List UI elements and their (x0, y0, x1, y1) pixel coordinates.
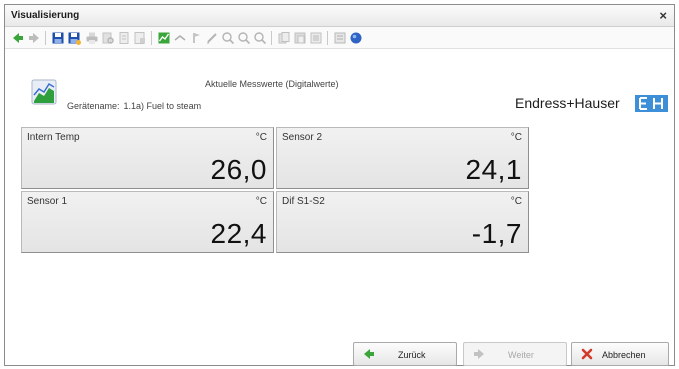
tile-value: 26,0 (210, 154, 267, 185)
toolbar-separator (327, 31, 328, 45)
cancel-x-icon (580, 347, 594, 361)
back-button-label: Zurück (398, 350, 426, 360)
zoom-in-icon[interactable] (221, 31, 235, 45)
back-button[interactable]: Zurück (353, 342, 457, 366)
tile-unit: °C (510, 196, 522, 207)
toolbar-separator (151, 31, 152, 45)
forward-arrow-icon[interactable] (27, 31, 41, 45)
tile-unit: °C (255, 132, 267, 143)
window-title: Visualisierung (11, 10, 80, 21)
tile-value: 24,1 (465, 154, 522, 185)
logo-text: Endress+Hauser (515, 95, 620, 111)
save-icon[interactable] (51, 31, 65, 45)
close-button[interactable]: × (659, 8, 667, 23)
tile-unit: °C (255, 196, 267, 207)
device-name-label: Gerätename: (67, 101, 120, 111)
copy-icon[interactable] (277, 31, 291, 45)
pin-icon[interactable] (189, 31, 203, 45)
device-name-value: 1.1a) Fuel to steam (123, 101, 202, 111)
toolbar-separator (45, 31, 46, 45)
zoom-reset-icon[interactable] (253, 31, 267, 45)
chart-app-icon (31, 79, 57, 105)
tile-name: Sensor 1 (27, 196, 68, 207)
notes-icon[interactable] (333, 31, 347, 45)
tile-value: -1,7 (471, 218, 522, 249)
pen-icon[interactable] (205, 31, 219, 45)
cancel-button[interactable]: Abbrechen (571, 342, 669, 366)
header-title: Aktuelle Messwerte (Digitalwerte) (205, 79, 339, 89)
header-area: Aktuelle Messwerte (Digitalwerte) Geräte… (5, 49, 674, 125)
back-arrow-icon (362, 347, 376, 361)
export-icon[interactable] (309, 31, 323, 45)
tile-name: Dif S1-S2 (282, 196, 325, 207)
tile-name: Sensor 2 (282, 132, 323, 143)
tile-value: 22,4 (210, 218, 267, 249)
tile-unit: °C (510, 132, 522, 143)
help-icon[interactable] (349, 31, 363, 45)
measurement-tile: Intern Temp °C 26,0 (21, 127, 274, 189)
measurement-tile: Sensor 1 °C 22,4 (21, 191, 274, 253)
device-name: Gerätename: 1.1a) Fuel to steam (67, 101, 205, 111)
cancel-button-label: Abbrechen (602, 350, 646, 360)
zoom-out-icon[interactable] (237, 31, 251, 45)
measurement-tile: Dif S1-S2 °C -1,7 (276, 191, 529, 253)
page-icon[interactable] (117, 31, 131, 45)
back-arrow-icon[interactable] (11, 31, 25, 45)
save-as-icon[interactable] (67, 31, 81, 45)
next-button[interactable]: Weiter (463, 342, 567, 366)
next-button-label: Weiter (508, 350, 534, 360)
measurement-panel: Intern Temp °C 26,0 Sensor 2 °C 24,1 Sen… (21, 127, 531, 255)
connect-icon[interactable] (173, 31, 187, 45)
print-icon[interactable] (85, 31, 99, 45)
measurement-tile: Sensor 2 °C 24,1 (276, 127, 529, 189)
toolbar (5, 27, 674, 49)
forward-arrow-icon (472, 347, 486, 361)
page-setup-icon[interactable] (133, 31, 147, 45)
chart-icon[interactable] (157, 31, 171, 45)
title-bar: Visualisierung × (5, 5, 674, 27)
tile-name: Intern Temp (27, 132, 80, 143)
paste-icon[interactable] (293, 31, 307, 45)
print-preview-icon[interactable] (101, 31, 115, 45)
toolbar-separator (271, 31, 272, 45)
logo-mark-icon (635, 95, 668, 112)
visualization-window: Visualisierung × Aktuelle Messwerte (Dig… (4, 4, 675, 366)
